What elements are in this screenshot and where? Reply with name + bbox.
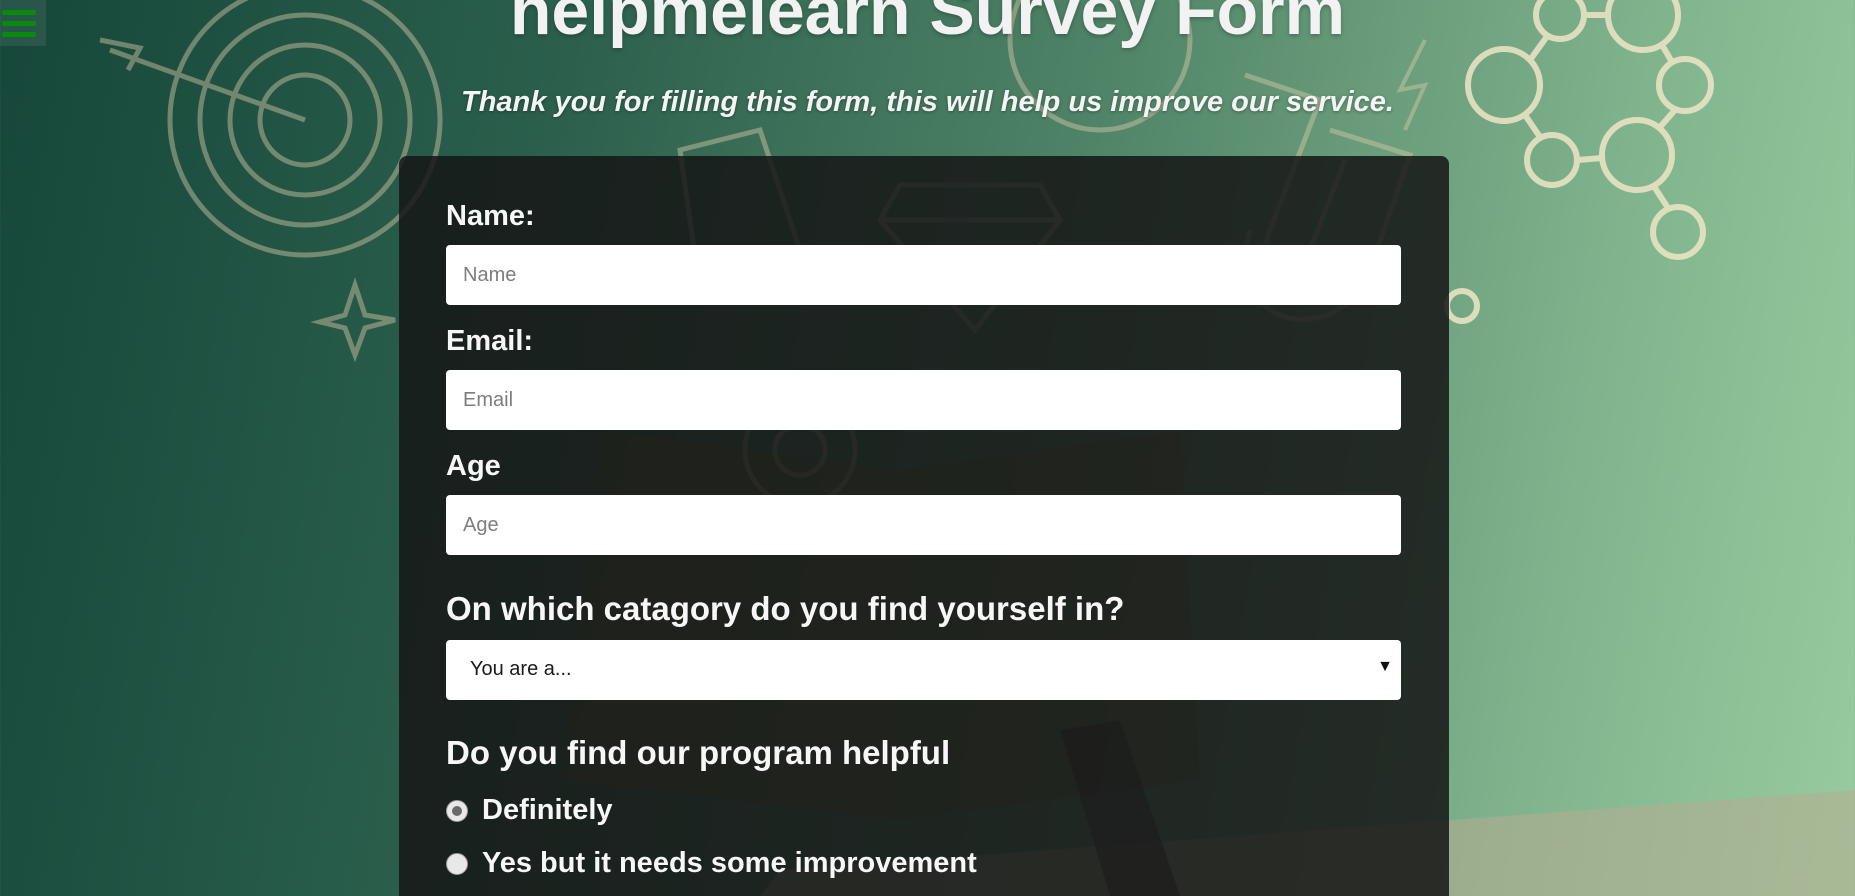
helpful-question: Do you find our program helpful (446, 734, 951, 771)
radio-option-definitely[interactable]: Definitely (446, 794, 613, 827)
age-label: Age (446, 450, 501, 482)
category-select[interactable]: You are a... ▼ (446, 640, 1401, 700)
radio-label: Yes but it needs some improvement (482, 847, 977, 879)
survey-form: Name: Email: Age On which catagory do yo… (399, 156, 1449, 896)
email-label: Email: (446, 325, 534, 357)
dropdown-arrow-icon: ▼ (1377, 658, 1393, 675)
sparkle-doodle (310, 277, 396, 363)
page-subtitle: Thank you for filling this form, this wi… (461, 86, 1394, 118)
radio-label: Definitely (482, 794, 613, 826)
radio-option-needs-improvement[interactable]: Yes but it needs some improvement (446, 847, 977, 880)
name-label: Name: (446, 200, 535, 232)
email-input[interactable] (446, 370, 1401, 430)
page-title: helpmelearn Survey Form (509, 0, 1346, 49)
category-selected-value: You are a... (470, 658, 572, 680)
age-input[interactable] (446, 495, 1401, 555)
name-input[interactable] (446, 245, 1401, 305)
category-question: On which catagory do you find yourself i… (446, 590, 1125, 627)
radio-button[interactable] (446, 852, 468, 875)
radio-button-checked[interactable] (446, 799, 468, 822)
